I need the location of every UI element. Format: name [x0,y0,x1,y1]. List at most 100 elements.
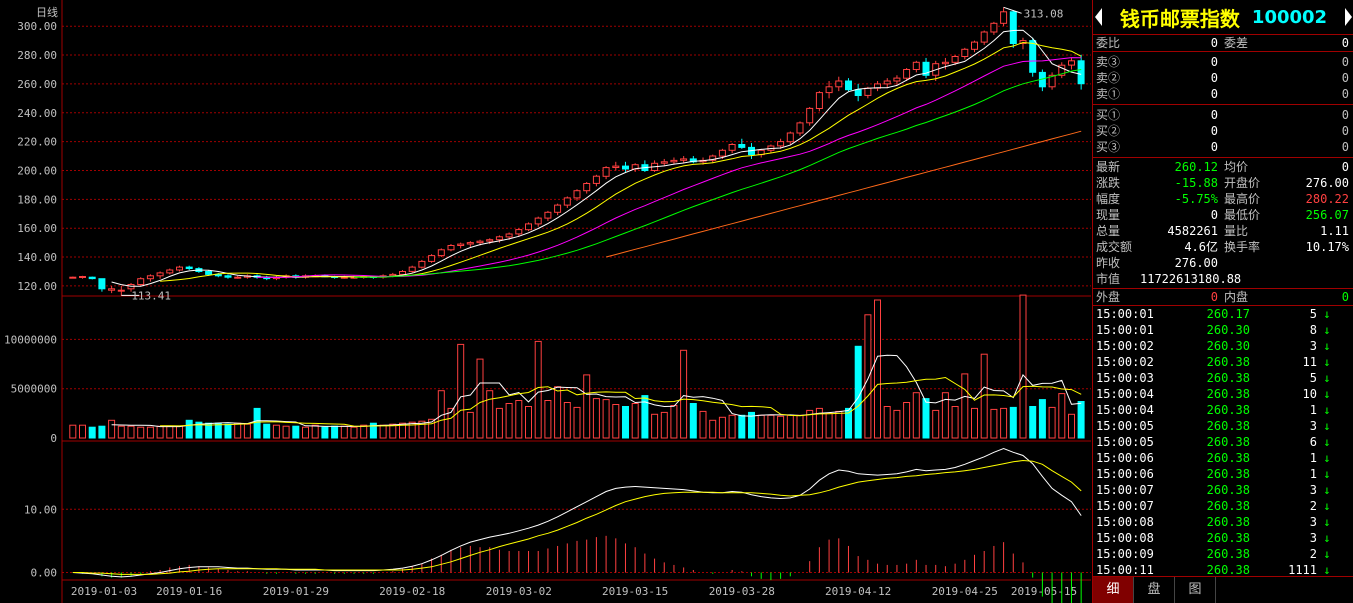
sell2-label: 卖② [1096,71,1121,85]
weibi-value: 0 [1210,36,1218,50]
low-label: 最低价 [1224,208,1261,222]
price-tick-label: 180.00 [17,193,57,206]
change-value: -15.88 [1174,176,1218,190]
candle-up [796,122,804,134]
bottom-tabs: 细 盘 图 [1093,576,1353,603]
candle-up [234,276,242,279]
candle-down [845,80,852,91]
candle-up [883,80,891,85]
volume-bar-up [1019,294,1027,439]
volume-bar-up [127,425,135,439]
tick-price: 260.38 [1206,483,1250,497]
candle-up [108,288,116,291]
low-value: 256.07 [1305,208,1349,222]
tab-pankou[interactable]: 盘 [1134,577,1175,603]
turnover-label: 换手率 [1224,240,1261,254]
date-tick-label: 2019-03-15 [602,585,668,598]
tick-time: 15:00:03 [1096,371,1154,385]
candle-up [980,31,988,43]
totvol-value: 4582261 [1167,224,1218,238]
prev-stock-icon[interactable] [1095,8,1102,26]
sell1-price: 0 [1210,87,1218,101]
tick-time: 15:00:02 [1096,339,1154,353]
candle-up [825,86,833,94]
date-tick-label: 2019-04-25 [932,585,998,598]
volume-bar-up [108,419,116,439]
ma60-line [354,69,1082,278]
down-arrow-icon: ↓ [1323,355,1331,369]
quote-header: 钱币邮票指数 100002 [1093,0,1353,35]
tick-price: 260.38 [1206,531,1250,545]
candle-up [912,61,920,70]
tab-chart[interactable]: 图 [1175,577,1216,603]
date-tick-label: 2019-01-29 [263,585,329,598]
tick-time: 15:00:07 [1096,499,1154,513]
date-tick-label: 2019-04-12 [825,585,891,598]
tick-time: 15:00:09 [1096,547,1154,561]
candle-up [903,69,911,79]
date-tick-label: 2019-01-03 [71,585,137,598]
volume-bar-down [622,406,629,439]
tick-row: 15:00:02 260.30 3 ↓ [1093,338,1353,354]
volume-bar-up [699,410,707,439]
volume-bar-up [563,402,571,439]
tick-row: 15:00:01 260.17 5 ↓ [1093,306,1353,322]
tick-price: 260.38 [1206,403,1250,417]
quote-panel: 钱币邮票指数 100002 委比 0 委差 0 卖③ 0 0 卖② 0 0 卖①… [1092,0,1353,603]
candle-up [602,167,610,177]
volume-bar-down [1029,406,1037,439]
weicha-value: 0 [1341,36,1349,50]
down-arrow-icon: ↓ [1323,387,1331,401]
candle-down [1077,60,1085,85]
next-stock-icon[interactable] [1345,8,1352,26]
candle-up [583,183,591,192]
volume-bar-up [718,416,726,439]
candle-up [457,243,465,247]
kline-chart[interactable]: 日线300.00 280.00 260.00 240.00 220.00 200.00 18… [0,0,1091,603]
buy2-price: 0 [1210,124,1218,138]
price-tick-label: 200.00 [17,164,57,177]
candle-down [88,276,96,280]
candle-up [418,260,426,268]
candle-up [79,276,86,278]
volume-bar-up [1048,406,1056,439]
volume-bar-up [350,426,358,439]
date-tick-label: 2019-01-16 [156,585,222,598]
volume-bar-up [1068,413,1075,439]
latest-label: 最新 [1096,160,1121,174]
volume-bar-up [651,413,659,439]
curvol-label: 现量 [1096,208,1121,222]
outer-label: 外盘 [1096,290,1121,304]
tick-price: 260.38 [1206,547,1250,561]
volume-bar-up [903,402,911,439]
sell3-price: 0 [1210,55,1218,69]
tick-row: 15:00:03 260.38 5 ↓ [1093,370,1353,386]
weibi-label: 委比 [1096,36,1121,50]
tick-list[interactable]: 15:00:01 260.17 5 ↓ 15:00:01 260.30 8 ↓ 15:00:02… [1093,306,1353,578]
tick-row: 15:00:04 260.38 10 ↓ [1093,386,1353,402]
volume-bar-up [951,406,959,439]
amount-label: 成交额 [1096,240,1133,254]
kline-chart-area[interactable]: 日线 300.00 280.00 260.00 240.00 220.00 200.00 18… [0,0,1091,603]
tick-price: 260.30 [1206,339,1250,353]
tick-volume: 1 [1309,451,1317,465]
candle-up [1068,60,1075,66]
candle-up [495,236,503,241]
volume-bar-up [379,424,387,439]
weicha-label: 委差 [1224,36,1249,50]
price-tick-label: 220.00 [17,136,57,149]
volume-bar-up [660,411,668,439]
tick-row: 15:00:07 260.38 3 ↓ [1093,482,1353,498]
volume-bar-up [883,406,891,439]
volume-bar-down [922,398,930,439]
tick-volume: 11 [1302,355,1317,369]
tick-price: 260.38 [1206,387,1250,401]
sell1-vol: 0 [1341,87,1349,101]
volume-bar-up [767,414,775,439]
price-tick-label: 280.00 [17,49,57,62]
volume-bar-down [88,426,96,439]
tick-volume: 3 [1309,339,1317,353]
tab-detail[interactable]: 细 [1093,577,1134,603]
volume-bar-up [156,425,164,439]
turnover-value: 10.17% [1305,240,1349,254]
